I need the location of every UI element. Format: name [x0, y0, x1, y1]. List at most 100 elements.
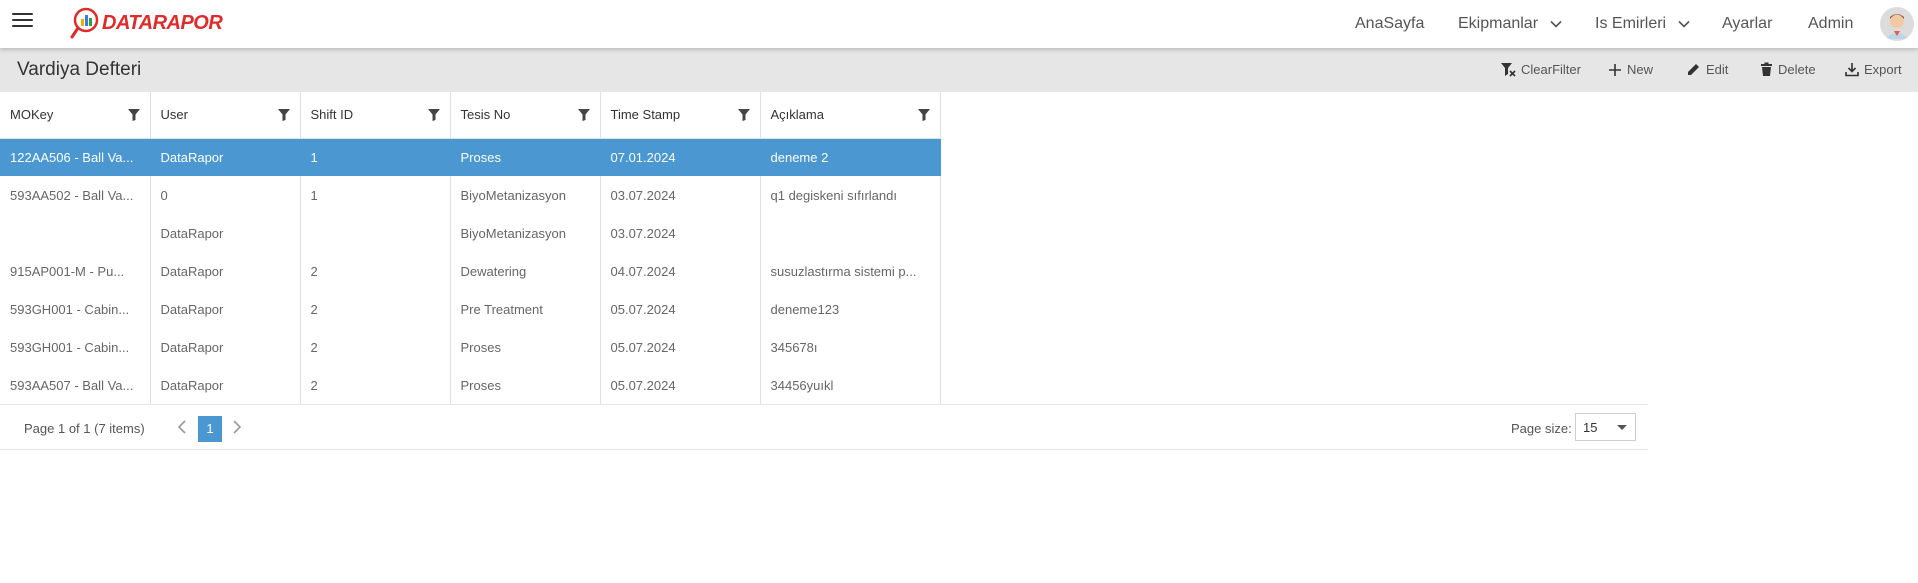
table-cell: deneme 2	[760, 138, 941, 176]
table-row[interactable]: 593GH001 - Cabin... DataRapor 2 Pre Treatme…	[0, 290, 941, 328]
grid-body: 122AA506 - Ball Va... DataRapor 1 Proses 07.…	[0, 138, 941, 404]
table-cell: 593GH001 - Cabin...	[0, 290, 151, 328]
table-cell: 34456yuıkl	[760, 366, 941, 404]
table-cell: 2	[300, 252, 451, 290]
filter-icon[interactable]	[277, 109, 290, 121]
filter-icon[interactable]	[917, 109, 930, 121]
column-header[interactable]: Tesis No	[450, 92, 601, 139]
table-cell: Dewatering	[450, 252, 601, 290]
page-size-label: Page size:	[1511, 421, 1572, 436]
table-cell: 122AA506 - Ball Va...	[0, 138, 151, 176]
hamburger-menu-icon[interactable]	[12, 13, 33, 29]
table-cell: 593AA507 - Ball Va...	[0, 366, 151, 404]
table-row[interactable]: 593AA502 - Ball Va... 0 1 BiyoMetanizasyon 0…	[0, 176, 941, 214]
column-header-label: Tesis No	[460, 107, 511, 123]
page-size-value: 15	[1583, 420, 1598, 435]
table-cell: 1	[300, 176, 451, 214]
column-header-label: Shift ID	[310, 107, 354, 123]
column-header-label: User	[160, 107, 188, 123]
grid-table: MOKey User Shift ID Tesis No Time Stamp Açıkl…	[0, 92, 941, 404]
user-avatar-icon[interactable]	[1880, 7, 1914, 41]
new-label: New	[1627, 62, 1654, 77]
new-button[interactable]: New	[1608, 62, 1653, 77]
export-label: Export	[1864, 62, 1902, 77]
table-cell: 05.07.2024	[600, 366, 761, 404]
column-header-label: MOKey	[10, 107, 54, 123]
pager-info: Page 1 of 1 (7 items)	[24, 421, 145, 436]
plus-icon	[1609, 63, 1621, 76]
table-cell: Pre Treatment	[450, 290, 601, 328]
table-cell: 05.07.2024	[600, 328, 761, 366]
download-icon	[1845, 63, 1859, 77]
table-cell: 2	[300, 366, 451, 404]
table-row[interactable]: 915AP001-M - Pu... DataRapor 2 Dewatering 04…	[0, 252, 941, 290]
table-cell: 0	[150, 176, 301, 214]
table-cell: DataRapor	[150, 290, 301, 328]
table-cell: DataRapor	[150, 214, 301, 252]
column-header[interactable]: Time Stamp	[600, 92, 761, 139]
delete-button[interactable]: Delete	[1760, 62, 1816, 77]
nav-admin-label: Admin	[1808, 15, 1854, 32]
chevron-down-icon	[1678, 20, 1690, 28]
table-cell: Proses	[450, 328, 601, 366]
table-cell: 03.07.2024	[600, 176, 761, 214]
table-cell: DataRapor	[150, 366, 301, 404]
nav-ekipmanlar-label: Ekipmanlar	[1458, 15, 1539, 32]
magnifier-chart-icon	[70, 7, 99, 39]
pager: Page 1 of 1 (7 items) 1 Page size: 15	[0, 404, 1648, 450]
nav-ayarlar[interactable]: Ayarlar	[1722, 15, 1772, 33]
toolbar: Vardiya Defteri ClearFilter New Edit Del…	[0, 48, 1918, 92]
table-row[interactable]: 593AA507 - Ball Va... DataRapor 2 Proses 05.…	[0, 366, 941, 404]
nav-is-emirleri[interactable]: Is Emirleri	[1595, 15, 1690, 33]
table-row[interactable]: 122AA506 - Ball Va... DataRapor 1 Proses 07.…	[0, 138, 941, 176]
table-cell: DataRapor	[150, 328, 301, 366]
filter-icon[interactable]	[737, 109, 750, 121]
table-cell: 05.07.2024	[600, 290, 761, 328]
filter-icon[interactable]	[427, 109, 440, 121]
table-cell: susuzlastırma sistemi p...	[760, 252, 941, 290]
table-row[interactable]: DataRapor BiyoMetanizasyon 03.07.2024	[0, 214, 941, 252]
filter-icon[interactable]	[577, 109, 590, 121]
page-title: Vardiya Defteri	[17, 59, 142, 80]
logo[interactable]: DATARAPOR	[70, 6, 223, 40]
edit-button[interactable]: Edit	[1686, 62, 1728, 77]
filter-icon[interactable]	[127, 109, 140, 121]
chevron-right-icon[interactable]	[230, 418, 244, 436]
clear-filter-icon	[1501, 63, 1516, 77]
chevron-left-icon[interactable]	[175, 418, 189, 436]
export-button[interactable]: Export	[1845, 62, 1902, 77]
table-cell: 07.01.2024	[600, 138, 761, 176]
table-cell: BiyoMetanizasyon	[450, 214, 601, 252]
nav-admin[interactable]: Admin	[1808, 15, 1853, 33]
table-cell: Proses	[450, 138, 601, 176]
column-header[interactable]: MOKey	[0, 92, 151, 139]
table-cell: Proses	[450, 366, 601, 404]
table-row[interactable]: 593GH001 - Cabin... DataRapor 2 Proses 05.07…	[0, 328, 941, 366]
nav-is-emirleri-label: Is Emirleri	[1595, 15, 1667, 32]
chevron-down-icon	[1550, 20, 1562, 28]
column-header[interactable]: User	[150, 92, 301, 139]
logo-text: DATARAPOR	[102, 11, 223, 34]
table-cell: 1	[300, 138, 451, 176]
table-cell	[0, 214, 151, 252]
page-1-button[interactable]: 1	[198, 416, 222, 442]
column-header-label: Time Stamp	[610, 107, 681, 123]
table-cell: 04.07.2024	[600, 252, 761, 290]
column-header[interactable]: Açıklama	[760, 92, 941, 139]
pencil-icon	[1688, 64, 1699, 75]
table-cell: q1 degiskeni sıfırlandı	[760, 176, 941, 214]
clear-filter-label: ClearFilter	[1521, 62, 1581, 77]
nav-anasayfa[interactable]: AnaSayfa	[1355, 15, 1424, 33]
edit-label: Edit	[1706, 62, 1729, 77]
table-cell: DataRapor	[150, 138, 301, 176]
table-cell: 593GH001 - Cabin...	[0, 328, 151, 366]
column-header[interactable]: Shift ID	[300, 92, 451, 139]
table-cell: DataRapor	[150, 252, 301, 290]
table-cell: 03.07.2024	[600, 214, 761, 252]
page-size-select[interactable]: 15	[1575, 413, 1636, 441]
table-cell: deneme123	[760, 290, 941, 328]
nav-ekipmanlar[interactable]: Ekipmanlar	[1458, 15, 1562, 33]
clear-filter-button[interactable]: ClearFilter	[1500, 62, 1581, 77]
table-cell	[300, 214, 451, 252]
caret-down-icon	[1617, 425, 1627, 430]
